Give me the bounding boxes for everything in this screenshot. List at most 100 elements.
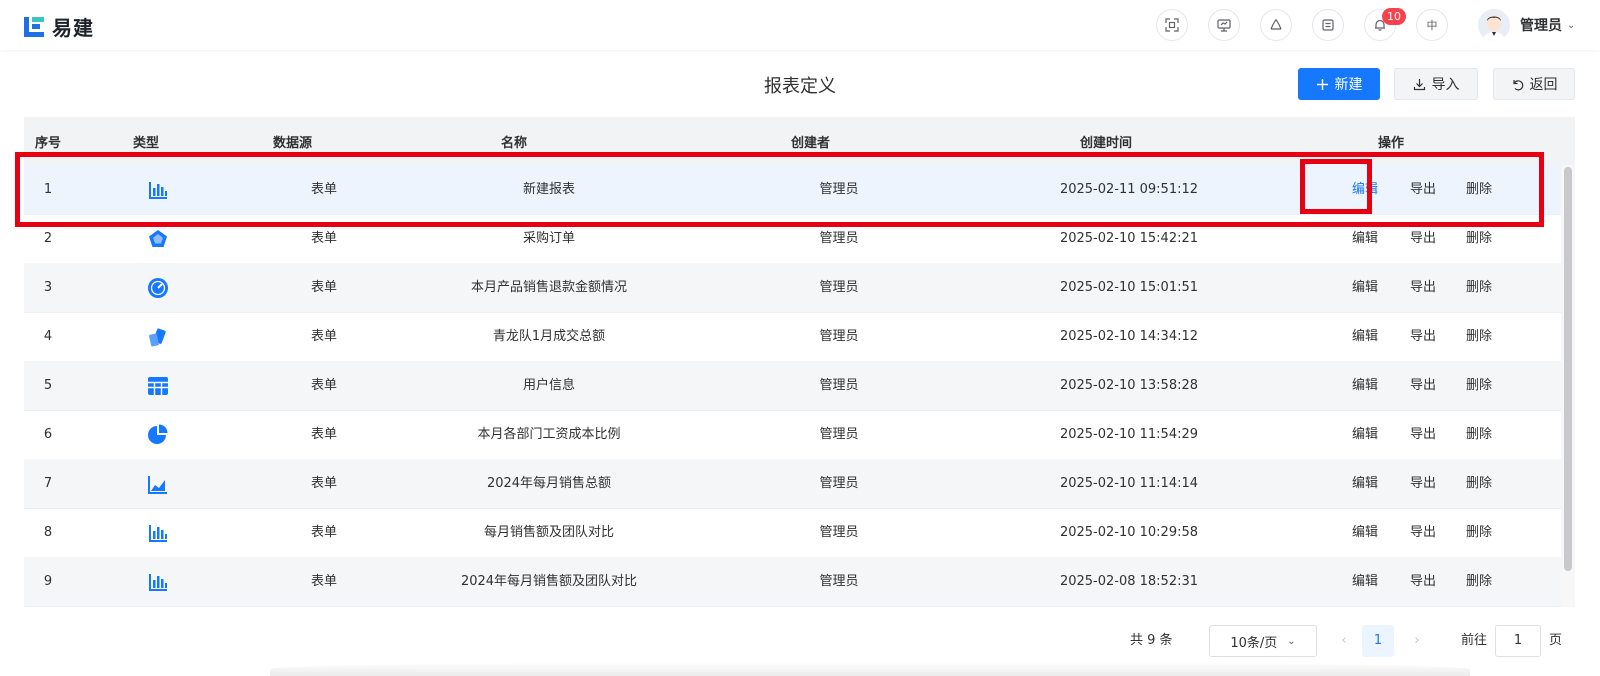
page-size-value: 10条/页 xyxy=(1230,635,1278,651)
calendar-button[interactable] xyxy=(1312,9,1344,41)
row-creator: 管理员 xyxy=(819,574,859,589)
delete-button[interactable]: 删除 xyxy=(1466,263,1492,313)
export-button[interactable]: 导出 xyxy=(1410,312,1436,362)
new-report-button[interactable]: 新建 xyxy=(1298,68,1380,100)
fullscreen-icon xyxy=(1165,18,1179,32)
export-button[interactable]: 导出 xyxy=(1410,214,1436,264)
row-type xyxy=(126,214,190,264)
table-row[interactable]: 7 表单 2024年每月销售总额 管理员 2025-02-10 11:14:14 编辑 导出… xyxy=(24,459,1561,509)
delete-button[interactable]: 删除 xyxy=(1466,459,1492,509)
table-row[interactable]: 2 表单 采购订单 管理员 2025-02-10 15:42:21 编辑 导出 删除 xyxy=(24,214,1561,264)
page-number-current[interactable]: 1 xyxy=(1362,625,1394,657)
prev-page-button[interactable]: ‹ xyxy=(1332,625,1356,657)
recycle-button[interactable] xyxy=(1260,9,1292,41)
col-name: 名称 xyxy=(501,136,528,151)
delete-button[interactable]: 删除 xyxy=(1466,214,1492,264)
area-chart-icon xyxy=(148,476,167,494)
screen-button[interactable] xyxy=(1208,9,1240,41)
export-button[interactable]: 导出 xyxy=(1410,508,1436,558)
row-created-at: 2025-02-08 18:52:31 xyxy=(1059,574,1199,589)
row-name: 2024年每月销售总额 xyxy=(486,476,612,491)
row-source: 表单 xyxy=(310,574,337,589)
edit-button[interactable]: 编辑 xyxy=(1352,410,1378,460)
edit-button[interactable]: 编辑 xyxy=(1352,214,1378,264)
edit-button[interactable]: 编辑 xyxy=(1352,508,1378,558)
goto-page-input[interactable]: 1 xyxy=(1495,625,1541,657)
user-menu[interactable]: 管理员 ⌄ xyxy=(1478,9,1575,41)
col-index: 序号 xyxy=(35,136,62,151)
delete-button[interactable]: 删除 xyxy=(1466,508,1492,558)
table-row[interactable]: 9 表单 2024年每月销售额及团队对比 管理员 2025-02-08 18:52:31… xyxy=(24,557,1561,607)
delete-button[interactable]: 删除 xyxy=(1466,557,1492,607)
language-button[interactable]: 中 xyxy=(1416,9,1448,41)
export-button[interactable]: 导出 xyxy=(1410,557,1436,607)
row-index: 5 xyxy=(43,378,53,393)
row-source: 表单 xyxy=(310,329,337,344)
row-type xyxy=(126,361,190,411)
export-button[interactable]: 导出 xyxy=(1410,410,1436,460)
edit-button[interactable]: 编辑 xyxy=(1352,557,1378,607)
row-type xyxy=(126,410,190,460)
edit-button[interactable]: 编辑 xyxy=(1352,165,1378,215)
screen-icon xyxy=(1217,19,1231,32)
goto-label: 前往 xyxy=(1461,633,1488,648)
table-scrollbar[interactable] xyxy=(1561,165,1575,607)
row-created-at: 2025-02-10 14:34:12 xyxy=(1059,329,1199,344)
row-creator: 管理员 xyxy=(819,280,859,295)
row-index: 1 xyxy=(43,182,53,197)
back-label: 返回 xyxy=(1529,77,1558,93)
delete-button[interactable]: 删除 xyxy=(1466,312,1492,362)
table-row[interactable]: 4 表单 青龙队1月成交总额 管理员 2025-02-10 14:34:12 编辑 导出 删除 xyxy=(24,312,1561,362)
edit-button[interactable]: 编辑 xyxy=(1352,263,1378,313)
scrollbar-thumb[interactable] xyxy=(1564,167,1572,571)
export-button[interactable]: 导出 xyxy=(1410,165,1436,215)
import-button[interactable]: 导入 xyxy=(1394,68,1478,100)
export-button[interactable]: 导出 xyxy=(1410,263,1436,313)
table-row[interactable]: 5 表单 用户信息 管理员 2025-02-10 13:58:28 编辑 导出 删除 xyxy=(24,361,1561,411)
next-page-button[interactable]: › xyxy=(1405,625,1429,657)
fullscreen-button[interactable] xyxy=(1156,9,1188,41)
export-button[interactable]: 导出 xyxy=(1410,361,1436,411)
row-source: 表单 xyxy=(310,476,337,491)
page-size-select[interactable]: 10条/页 ⌄ xyxy=(1209,625,1317,657)
bar-chart-icon xyxy=(149,574,167,591)
row-source: 表单 xyxy=(310,378,337,393)
calendar-icon xyxy=(1322,19,1334,31)
table-row[interactable]: 6 表单 本月各部门工资成本比例 管理员 2025-02-10 11:54:29 编辑 导出… xyxy=(24,410,1561,460)
row-index: 3 xyxy=(43,280,53,295)
logo-mark-icon xyxy=(24,16,44,37)
plus-icon xyxy=(1316,78,1328,90)
page-suffix-label: 页 xyxy=(1549,633,1563,648)
delete-button[interactable]: 删除 xyxy=(1466,361,1492,411)
top-header: 易建 10 中 管理员 ⌄ xyxy=(0,0,1600,50)
bar-chart-icon xyxy=(149,182,167,199)
row-source: 表单 xyxy=(310,427,337,442)
edit-button[interactable]: 编辑 xyxy=(1352,361,1378,411)
row-created-at: 2025-02-10 13:58:28 xyxy=(1059,378,1199,393)
delete-button[interactable]: 删除 xyxy=(1466,410,1492,460)
app-logo[interactable]: 易建 xyxy=(24,12,94,41)
new-report-label: 新建 xyxy=(1334,77,1363,93)
row-creator: 管理员 xyxy=(819,329,859,344)
row-source: 表单 xyxy=(310,525,337,540)
row-type xyxy=(126,263,190,313)
chevron-down-icon: ⌄ xyxy=(1567,19,1576,31)
export-button[interactable]: 导出 xyxy=(1410,459,1436,509)
notification-button[interactable]: 10 xyxy=(1364,8,1406,41)
row-creator: 管理员 xyxy=(819,378,859,393)
row-index: 6 xyxy=(43,427,53,442)
back-button[interactable]: 返回 xyxy=(1493,68,1575,100)
avatar-icon xyxy=(1478,9,1510,41)
row-name: 青龙队1月成交总额 xyxy=(492,329,606,344)
row-name: 采购订单 xyxy=(522,231,575,246)
table-row[interactable]: 3 表单 本月产品销售退款金额情况 管理员 2025-02-10 15:01:51 编辑导… xyxy=(24,263,1561,313)
row-index: 7 xyxy=(43,476,53,491)
table-row[interactable]: 8 表单 每月销售额及团队对比 管理员 2025-02-10 10:29:58 编辑 导出删… xyxy=(24,508,1561,558)
bottom-shadow xyxy=(270,662,1470,676)
col-creator: 创建者 xyxy=(791,136,831,151)
table-row[interactable]: 1 表单 新建报表 管理员 2025-02-11 09:51:12 编辑 导出 删除 xyxy=(24,165,1561,215)
col-actions: 操作 xyxy=(1378,136,1405,151)
edit-button[interactable]: 编辑 xyxy=(1352,312,1378,362)
edit-button[interactable]: 编辑 xyxy=(1352,459,1378,509)
delete-button[interactable]: 删除 xyxy=(1466,165,1492,215)
